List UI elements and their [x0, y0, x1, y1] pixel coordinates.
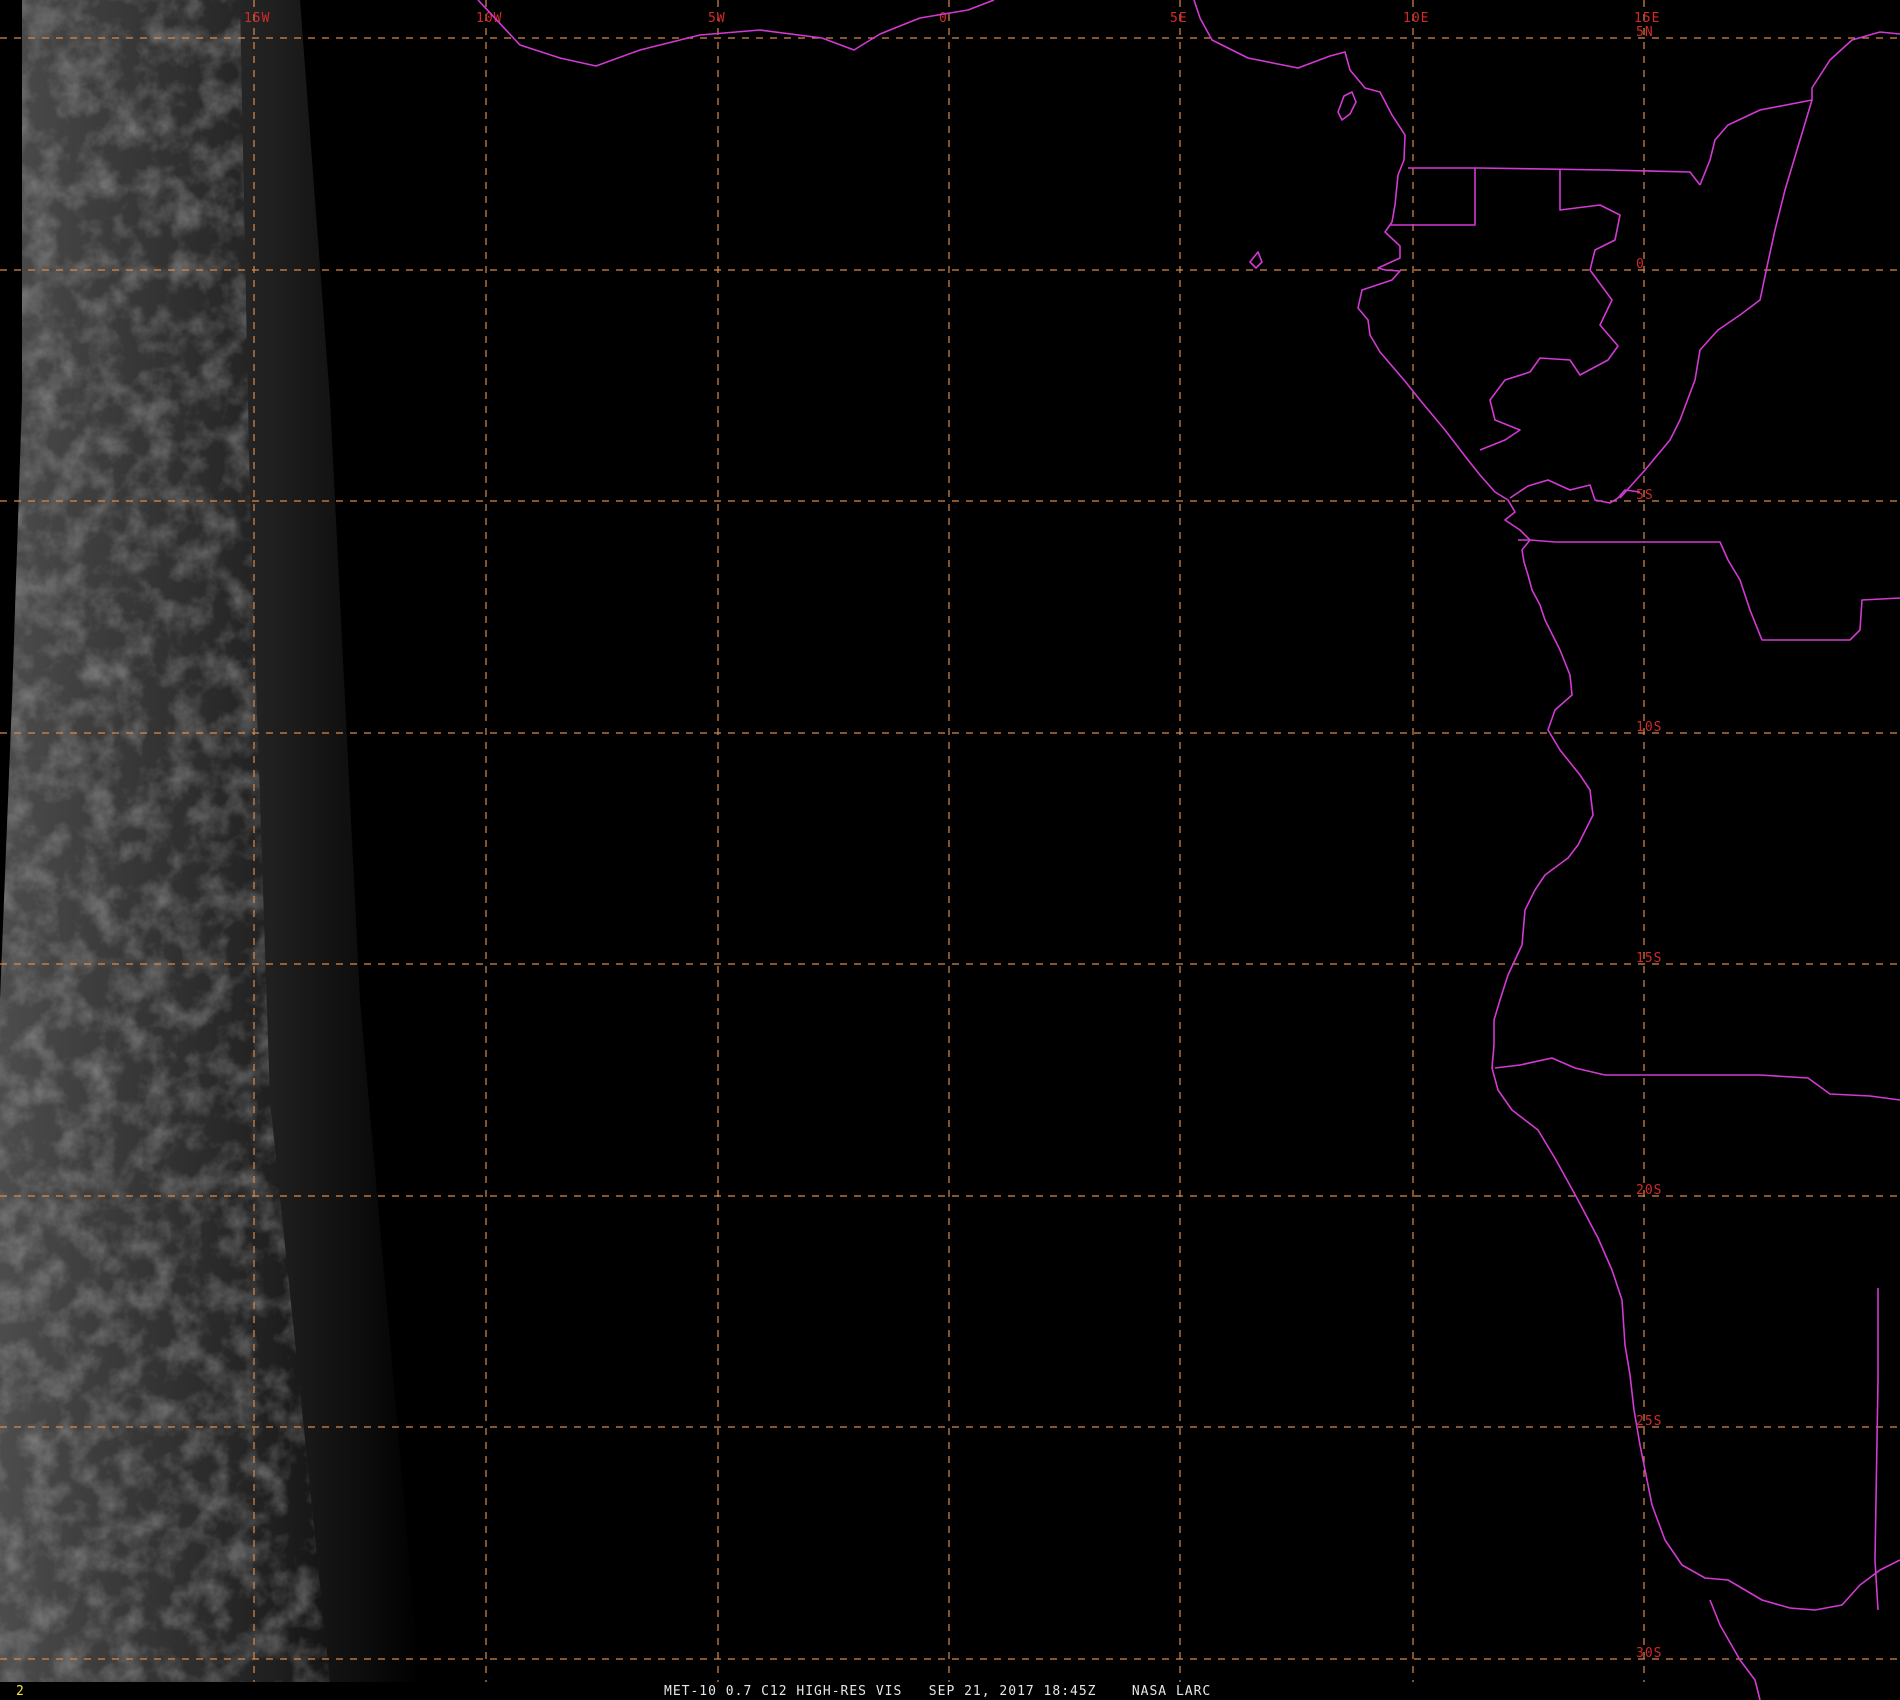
latitude-label: 25S: [1636, 1414, 1662, 1429]
latitude-label: 30S: [1636, 1646, 1662, 1661]
longitude-label: 5E: [1170, 11, 1188, 26]
longitude-label: 5W: [708, 11, 726, 26]
longitude-label: 15E: [1634, 11, 1660, 26]
latitude-label: 5S: [1636, 488, 1654, 503]
image-caption: MET-10 0.7 C12 HIGH-RES VIS SEP 21, 2017…: [664, 1684, 1212, 1699]
frame-number: 2: [16, 1684, 24, 1699]
status-bar: 2 MET-10 0.7 C12 HIGH-RES VIS SEP 21, 20…: [0, 1682, 1900, 1700]
longitude-label: 15W: [244, 11, 270, 26]
longitude-label: 10W: [476, 11, 502, 26]
latitude-label: 15S: [1636, 951, 1662, 966]
satellite-map: 15W 10W 5W 0 5E 10E 15E5N05S10S15S20S25S30S: [0, 0, 1900, 1700]
latitude-label: 20S: [1636, 1183, 1662, 1198]
longitude-label: 10E: [1403, 11, 1429, 26]
latitude-label: 0: [1636, 257, 1645, 272]
latitude-label: 10S: [1636, 720, 1662, 735]
latitude-label: 5N: [1636, 25, 1654, 40]
